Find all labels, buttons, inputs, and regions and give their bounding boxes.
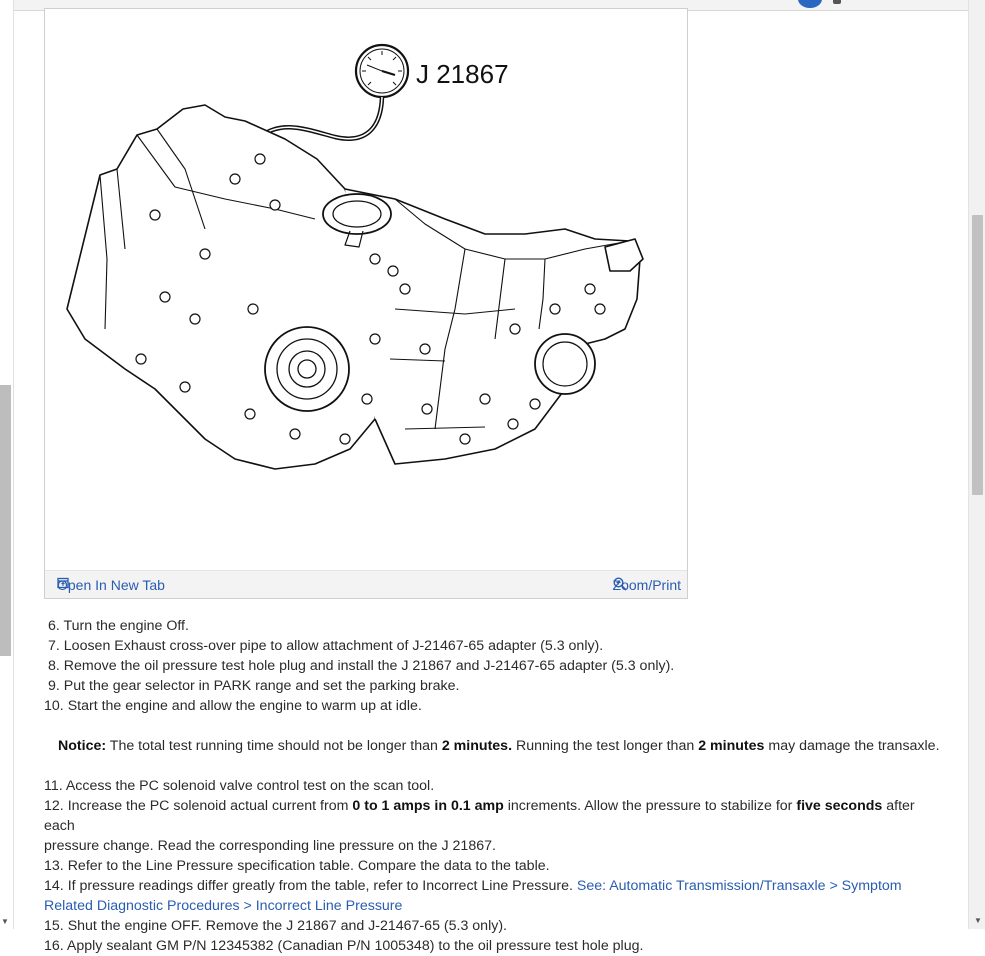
gauge-label: J 21867 [416, 59, 509, 89]
step-text-line2: pressure change. Read the corresponding … [44, 838, 496, 854]
step-text-1: Increase the PC solenoid actual current … [67, 798, 349, 814]
step-6: 6. Turn the engine Off. [44, 616, 944, 636]
step-16: 16. Apply sealant GM P/N 12345382 (Canad… [44, 936, 944, 956]
step-text: Shut the engine OFF. Remove the J 21867 … [67, 918, 507, 934]
magnifier-zoom-icon [613, 577, 627, 591]
step-text: Apply sealant GM P/N 12345382 (Canadian … [66, 938, 644, 954]
scroll-down-arrow-icon[interactable]: ▼ [974, 916, 982, 925]
open-in-new-tab-label: Open In New Tab [57, 577, 165, 593]
step-number: 9. [48, 678, 60, 694]
step-text: Access the PC solenoid valve control tes… [65, 778, 435, 794]
step-11: 11. Access the PC solenoid valve control… [44, 776, 944, 796]
step-bold-1: 0 to 1 amps in 0.1 amp [352, 798, 504, 814]
notice-box: Notice: The total test running time shou… [58, 736, 944, 756]
transaxle-illustration: J 21867 [66, 43, 644, 470]
step-15: 15. Shut the engine OFF. Remove the J 21… [44, 916, 944, 936]
step-8: 8. Remove the oil pressure test hole plu… [44, 656, 944, 676]
step-text: Put the gear selector in PARK range and … [63, 678, 460, 694]
step-number: 6. [48, 618, 60, 634]
step-number: 10. [44, 698, 64, 714]
step-text: If pressure readings differ greatly from… [67, 878, 573, 894]
step-number: 7. [48, 638, 60, 654]
step-text: Remove the oil pressure test hole plug a… [63, 658, 675, 674]
left-panel-edge: ▼ [0, 0, 14, 929]
procedure-text: 6. Turn the engine Off. 7. Loosen Exhaus… [44, 616, 944, 956]
left-scroll-down-icon[interactable]: ▼ [1, 917, 9, 926]
step-number: 14. [44, 878, 64, 894]
step-number: 16. [44, 938, 64, 954]
step-text-2: increments. Allow the pressure to stabil… [507, 798, 793, 814]
step-text: Refer to the Line Pressure specification… [67, 858, 550, 874]
see-incorrect-line-pressure-link-cont[interactable]: Related Diagnostic Procedures > Incorrec… [44, 898, 402, 914]
step-7: 7. Loosen Exhaust cross-over pipe to all… [44, 636, 944, 656]
step-14: 14. If pressure readings differ greatly … [44, 876, 944, 916]
step-9: 9. Put the gear selector in PARK range a… [44, 676, 944, 696]
step-13: 13. Refer to the Line Pressure specifica… [44, 856, 944, 876]
step-number: 8. [48, 658, 60, 674]
toolbar-button[interactable] [798, 0, 822, 8]
open-in-new-tab-link[interactable]: Open In New Tab [57, 577, 165, 593]
notice-bold-2: 2 minutes [698, 738, 765, 754]
see-incorrect-line-pressure-link[interactable]: See: Automatic Transmission/Transaxle > … [577, 878, 902, 894]
figure-toolbar: Open In New Tab Zoom/Print [45, 570, 687, 598]
notice-text-2: Running the test longer than [515, 738, 695, 754]
step-text: Turn the engine Off. [63, 618, 189, 634]
step-10: 10. Start the engine and allow the engin… [44, 696, 944, 716]
step-number: 12. [44, 798, 64, 814]
left-scrollbar-thumb[interactable] [0, 385, 11, 656]
step-12: 12. Increase the PC solenoid actual curr… [44, 796, 944, 856]
open-in-new-tab-icon [57, 577, 69, 589]
notice-text-1: The total test running time should not b… [109, 738, 438, 754]
toolbar-icon[interactable] [833, 0, 841, 4]
step-number: 13. [44, 858, 64, 874]
scrollbar-thumb[interactable] [972, 215, 983, 495]
zoom-print-link[interactable]: Zoom/Print [613, 577, 681, 593]
step-bold-2: five seconds [796, 798, 883, 814]
notice-text-3: may damage the transaxle. [768, 738, 940, 754]
vertical-scrollbar[interactable]: ▼ [968, 0, 985, 929]
transaxle-figure: J 21867 Open In New Tab Zoom/Print [44, 8, 688, 599]
notice-label: Notice: [58, 738, 107, 754]
notice-bold-1: 2 minutes. [441, 738, 513, 754]
step-text: Loosen Exhaust cross-over pipe to allow … [63, 638, 604, 654]
step-number: 15. [44, 918, 64, 934]
step-number: 11. [44, 778, 63, 794]
step-text: Start the engine and allow the engine to… [67, 698, 422, 714]
